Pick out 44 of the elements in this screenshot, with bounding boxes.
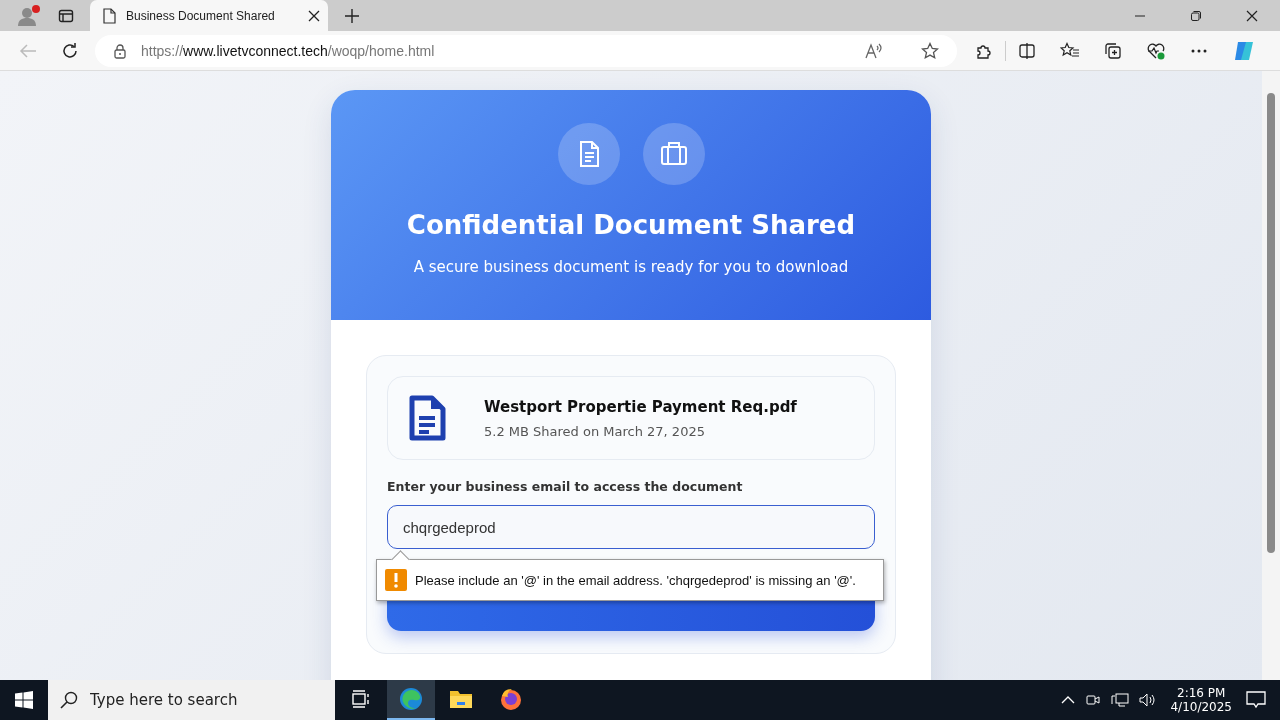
tab-actions-icon[interactable]: [58, 7, 74, 24]
new-tab-icon[interactable]: [344, 7, 360, 24]
camera-icon[interactable]: [1085, 692, 1102, 708]
address-bar[interactable]: https://www.livetvconnect.tech/woqp/home.html: [95, 34, 957, 67]
taskbar-search-field[interactable]: Type here to search: [48, 680, 335, 720]
file-details: 5.2 MB Shared on March 27, 2025: [484, 423, 706, 439]
document-icon: [557, 123, 620, 185]
search-icon: [60, 691, 78, 709]
profile-icon[interactable]: [16, 3, 42, 28]
favorites-icon[interactable]: [1060, 41, 1080, 60]
taskbar-app[interactable]: [387, 680, 435, 720]
clock-date: 4/10/2025: [1170, 700, 1232, 714]
email-label: Enter your business email to access the document: [387, 479, 744, 494]
lock-icon: [113, 42, 127, 59]
chevron-up-icon[interactable]: [1061, 695, 1076, 705]
split-screen-icon[interactable]: [1018, 41, 1036, 60]
document-icon: [102, 7, 116, 24]
folder-icon: [449, 689, 473, 709]
star-icon[interactable]: [921, 41, 939, 60]
notifications-icon[interactable]: [1246, 691, 1266, 709]
volume-icon[interactable]: [1139, 692, 1158, 708]
page-title: Confidential Document Shared: [406, 210, 856, 240]
restore-icon[interactable]: [1190, 9, 1202, 22]
network-icon[interactable]: [1111, 692, 1130, 708]
briefcase-icon: [642, 123, 705, 185]
email-field[interactable]: chqrgedeprod: [387, 505, 875, 549]
page-subtitle: A secure business document is ready for you to download: [413, 258, 849, 276]
read-aloud-icon[interactable]: [865, 42, 883, 59]
browser-icon: [399, 687, 423, 711]
collections-icon[interactable]: [1104, 41, 1122, 60]
task-view-icon: [351, 690, 371, 708]
clock-time: 2:16 PM: [1177, 686, 1226, 700]
file-icon: [408, 395, 446, 441]
browser-tab[interactable]: Business Document Shared: [90, 0, 328, 31]
close-icon[interactable]: [1246, 9, 1258, 22]
health-icon[interactable]: [1146, 41, 1166, 60]
file-name: Westport Propertie Payment Req.pdf: [484, 397, 797, 416]
close-icon[interactable]: [308, 9, 320, 22]
scrollbar[interactable]: [1262, 71, 1280, 680]
more-icon[interactable]: [1190, 47, 1208, 54]
refresh-icon[interactable]: [61, 41, 79, 60]
warning-icon: [385, 569, 407, 591]
start-icon[interactable]: [15, 691, 33, 709]
firefox-icon: [499, 687, 523, 711]
